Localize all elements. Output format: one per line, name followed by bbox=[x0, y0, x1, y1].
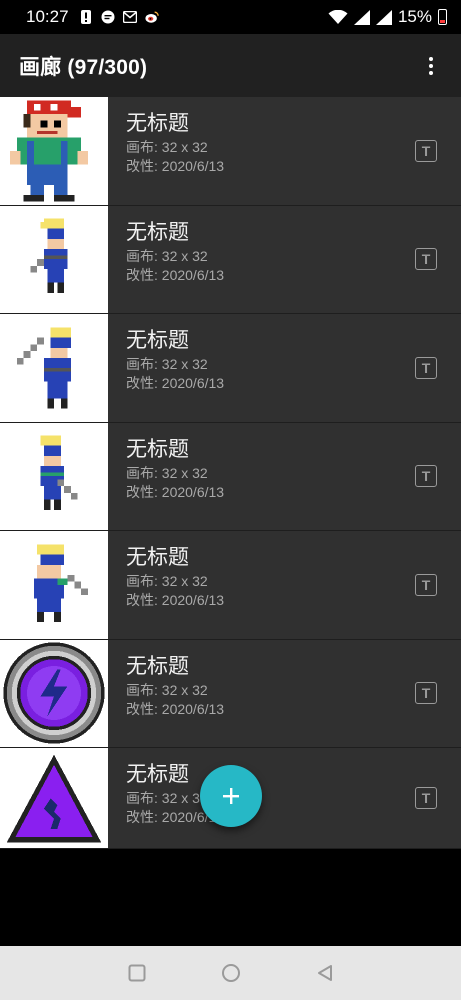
item-title: 无标题 bbox=[126, 329, 189, 352]
page-title: 画廊 (97/300) bbox=[19, 55, 148, 79]
text-t-icon[interactable]: T bbox=[415, 356, 437, 379]
signal-icon-2 bbox=[375, 9, 392, 25]
text-t-icon[interactable]: T bbox=[415, 787, 437, 809]
add-button[interactable] bbox=[200, 765, 262, 827]
list-item[interactable]: 无标题 画布: 32 x 32 改性: 2020/6/13 T bbox=[0, 205, 461, 314]
text-t-icon[interactable]: T bbox=[415, 139, 437, 162]
item-canvas-size: 画布: 32 x 3 bbox=[126, 790, 200, 806]
wifi-icon bbox=[328, 9, 348, 24]
alert-icon bbox=[79, 10, 93, 24]
swordsman-thumbnail[interactable] bbox=[0, 205, 108, 313]
item-canvas-size: 画布: 32 x 32 bbox=[126, 356, 208, 372]
navigation-bar bbox=[0, 946, 461, 1000]
home-circle-icon[interactable] bbox=[219, 961, 243, 985]
item-title: 无标题 bbox=[126, 437, 189, 461]
weibo-icon bbox=[144, 10, 159, 24]
swordsman-raised-thumbnail[interactable] bbox=[0, 314, 108, 422]
item-canvas-size: 画布: 32 x 32 bbox=[126, 247, 208, 264]
item-modified-date: 改性: 2020/6/13 bbox=[126, 483, 225, 500]
notification-icons bbox=[79, 10, 159, 24]
swordsman-side-thumbnail[interactable] bbox=[0, 422, 108, 530]
item-title: 无标题 bbox=[126, 654, 189, 678]
item-canvas-size: 画布: 32 x 32 bbox=[126, 464, 208, 481]
battery-percent: 15% bbox=[397, 7, 432, 26]
item-modified-date: 改性: 2020/6/13 bbox=[126, 266, 225, 283]
item-canvas-size: 画布: 32 x 32 bbox=[126, 681, 208, 698]
item-canvas-size: 画布: 32 x 32 bbox=[126, 573, 208, 589]
status-time: 10:27 bbox=[26, 7, 69, 26]
app-bar: 画廊 (97/300) bbox=[0, 34, 461, 97]
item-modified-date: 改性: 2020/6/13 bbox=[126, 592, 225, 608]
list-item[interactable]: 无标题 画布: 32 x 32 改性: 2020/6/13 T bbox=[0, 97, 461, 206]
pirate-boy-thumbnail[interactable] bbox=[0, 97, 108, 205]
text-t-icon[interactable]: T bbox=[415, 248, 437, 271]
battery-icon bbox=[438, 9, 447, 25]
item-title: 无标题 bbox=[126, 112, 189, 135]
item-modified-date: 改性: 2020/6/1 bbox=[126, 809, 217, 825]
text-t-icon[interactable]: T bbox=[415, 465, 437, 488]
mail-icon bbox=[122, 10, 137, 24]
text-t-icon[interactable]: T bbox=[415, 682, 437, 705]
purple-triangle-thumbnail[interactable] bbox=[0, 748, 108, 848]
list-item[interactable]: 无标题 画布: 32 x 32 改性: 2020/6/13 T bbox=[0, 314, 461, 423]
list-item[interactable]: 无标题 画布: 32 x 32 改性: 2020/6/13 T bbox=[0, 531, 461, 640]
signal-icon bbox=[353, 9, 370, 25]
item-title: 无标题 bbox=[126, 546, 189, 569]
item-canvas-size: 画布: 32 x 32 bbox=[126, 139, 208, 155]
plus-icon bbox=[223, 788, 239, 804]
text-t-icon[interactable]: T bbox=[415, 573, 437, 596]
list-item[interactable]: 无标题 画布: 32 x 32 改性: 2020/6/13 T bbox=[0, 639, 461, 748]
status-bar: 10:27 15% bbox=[0, 0, 461, 34]
back-triangle-icon[interactable] bbox=[313, 961, 337, 985]
item-modified-date: 改性: 2020/6/13 bbox=[126, 700, 225, 717]
item-modified-date: 改性: 2020/6/13 bbox=[126, 158, 225, 174]
status-right: 15% bbox=[328, 7, 447, 27]
recents-square-icon[interactable] bbox=[125, 961, 149, 985]
item-title: 无标题 bbox=[126, 763, 189, 786]
lightning-badge-thumbnail[interactable] bbox=[0, 639, 108, 747]
more-vert-icon[interactable] bbox=[419, 46, 443, 86]
messenger-icon bbox=[101, 10, 115, 24]
swordsman-front-thumbnail[interactable] bbox=[0, 531, 108, 639]
list-item[interactable]: 无标题 画布: 32 x 32 改性: 2020/6/13 T bbox=[0, 422, 461, 531]
gallery-list: 无标题 画布: 32 x 32 改性: 2020/6/13 T 无标题 画布: … bbox=[0, 97, 461, 849]
item-modified-date: 改性: 2020/6/13 bbox=[126, 375, 225, 391]
item-title: 无标题 bbox=[126, 220, 189, 244]
